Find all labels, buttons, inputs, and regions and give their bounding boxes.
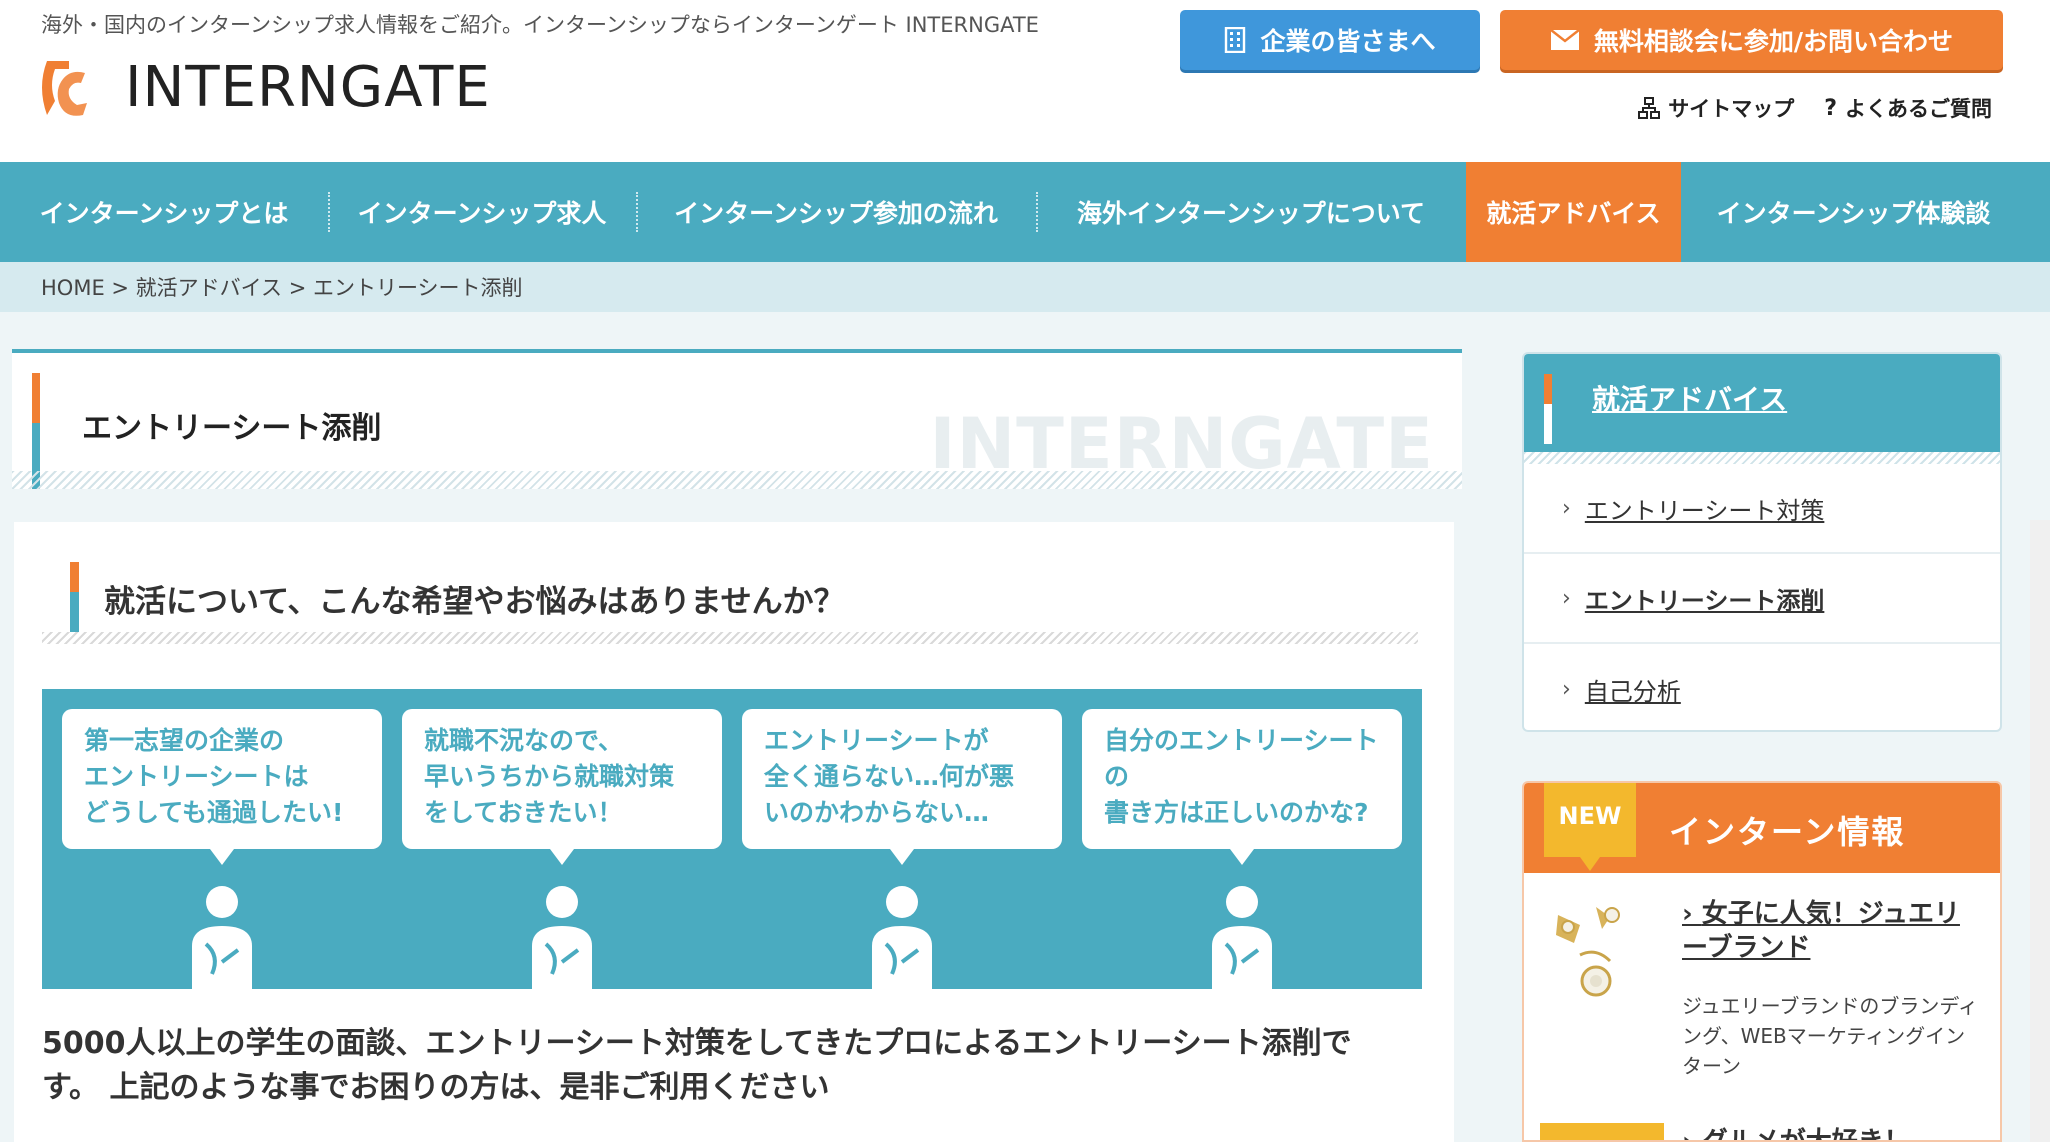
heading-accent-teal xyxy=(70,592,79,632)
news-title-text: 女子に人気！ジュエリーブランド xyxy=(1682,899,1960,963)
bubble-line: 全く通らない…何が悪 xyxy=(764,762,1015,791)
lead-line-2: す。 上記のような事でお困りの方は、是非ご利用ください xyxy=(42,1070,830,1105)
chevron-right-icon: › xyxy=(1562,676,1571,702)
nav-item-advice[interactable]: 就活アドバイス xyxy=(1466,162,1681,262)
site-header: 海外・国内のインターンシップ求人情報をご紹介。インターンシップならインターンゲー… xyxy=(0,0,2050,162)
bubble-line: 書き方は正しいのかな? xyxy=(1104,798,1369,827)
thinking-person-icon xyxy=(1212,886,1272,989)
bubble-line: をしておきたい！ xyxy=(424,798,623,827)
sidebar-item-label: 自己分析 xyxy=(1584,677,1681,706)
sidebar-item-es-review[interactable]: › エントリーシート添削 xyxy=(1524,554,2000,644)
sidebar-stripe xyxy=(1524,452,2000,464)
site-logo[interactable]: INTERNGATE xyxy=(41,55,491,121)
building-icon xyxy=(1225,27,1246,53)
page-scroll-edge xyxy=(2030,520,2050,1142)
bubble-line: 自分のエントリーシートの xyxy=(1104,726,1379,791)
faq-label: よくあるご質問 xyxy=(1845,97,1992,121)
sidebar-item-label: エントリーシート添削 xyxy=(1584,586,1825,615)
section-heading: 就活について、こんな希望やお悩みはありませんか？ xyxy=(42,562,1418,644)
heading-stripe xyxy=(42,632,1418,644)
bubble-line: 就職不況なので、 xyxy=(424,726,624,755)
lead-line-1: 5000人以上の学生の面談、エントリーシート対策をしてきたプロによるエントリーシ… xyxy=(42,1026,1352,1061)
new-badge: NEW xyxy=(1544,783,1636,871)
thinking-person-icon xyxy=(192,886,252,989)
intern-info-title: インターン情報 xyxy=(1669,813,1906,851)
bubble-line: エントリーシートが xyxy=(764,726,989,755)
nav-item-flow[interactable]: インターンシップ参加の流れ xyxy=(636,162,1036,262)
chevron-right-icon: › xyxy=(1562,495,1571,521)
page-title-box: エントリーシート添削 INTERNGATE xyxy=(12,349,1462,489)
bubble-line: 早いうちから就職対策 xyxy=(424,762,675,791)
news-thumbnail xyxy=(1540,1123,1664,1140)
faq-link[interactable]: ? よくあるご質問 xyxy=(1824,93,1992,123)
heading-accent-orange xyxy=(70,562,79,592)
sidebar-heading: 就活アドバイス xyxy=(1524,354,2000,464)
corporate-button[interactable]: 企業の皆さまへ xyxy=(1180,10,1480,70)
contact-button[interactable]: 無料相談会に参加/お問い合わせ xyxy=(1500,10,2003,70)
nav-item-experiences[interactable]: インターンシップ体験談 xyxy=(1681,162,2026,262)
sitemap-label: サイトマップ xyxy=(1668,97,1795,121)
sidebar-accent-white xyxy=(1544,404,1552,444)
speech-bubble-3: エントリーシートが 全く通らない…何が悪 いのかわからない… xyxy=(742,709,1062,865)
logo-text: INTERNGATE xyxy=(125,55,491,120)
sitemap-link[interactable]: サイトマップ xyxy=(1638,93,1794,123)
question-icon: ? xyxy=(1824,95,1837,121)
thinking-person-icon xyxy=(532,886,592,989)
corporate-button-label: 企業の皆さまへ xyxy=(1260,27,1436,56)
bubble-line: いのかわからない… xyxy=(764,798,990,827)
news-title[interactable]: › グルメが大好き！ xyxy=(1682,1121,1910,1142)
intern-news-item[interactable]: › 女子に人気！ジュエリーブランド ジュエリーブランドのブランディング、WEBマ… xyxy=(1524,873,2000,1113)
speech-bubble-2: 就職不況なので、 早いうちから就職対策 をしておきたい！ xyxy=(402,709,722,865)
chevron-right-icon: › xyxy=(1682,1127,1702,1142)
nav-item-overseas[interactable]: 海外インターンシップについて xyxy=(1036,162,1466,262)
chevron-right-icon: › xyxy=(1682,899,1702,929)
intern-info-heading: NEW インターン情報 xyxy=(1524,783,2000,873)
sidebar-heading-link[interactable]: 就活アドバイス xyxy=(1592,378,1787,418)
bubble-line: エントリーシートは xyxy=(84,762,309,791)
news-description: ジュエリーブランドのブランディング、WEBマーケティングインターン xyxy=(1682,994,1978,1078)
main-content: 就活について、こんな希望やお悩みはありませんか？ 第一志望の企業の エントリーシ… xyxy=(14,522,1454,1142)
chevron-right-icon: › xyxy=(1562,585,1571,611)
logo-mark-icon xyxy=(42,61,87,116)
bubble-line: どうしても通過したい! xyxy=(84,798,344,827)
worries-illustration: 第一志望の企業の エントリーシートは どうしても通過したい! 就職不況なので、 … xyxy=(42,689,1422,989)
sitemap-icon xyxy=(1638,97,1661,119)
sidebar-item-es-strategy[interactable]: › エントリーシート対策 xyxy=(1524,464,2000,554)
site-tagline: 海外・国内のインターンシップ求人情報をご紹介。インターンシップならインターンゲー… xyxy=(41,13,1039,37)
nav-item-jobs[interactable]: インターンシップ求人 xyxy=(328,162,636,262)
page-title: エントリーシート添削 xyxy=(82,411,382,446)
lead-text: 5000人以上の学生の面談、エントリーシート対策をしてきたプロによるエントリーシ… xyxy=(42,1022,1422,1110)
jewelry-thumbnail xyxy=(1540,895,1652,1015)
speech-bubble-4: 自分のエントリーシートの 書き方は正しいのかな? xyxy=(1082,709,1402,865)
sidebar-intern-info: NEW インターン情報 › 女子に人気！ジュエリーブランド ジュエリーブランドの… xyxy=(1522,781,2002,1142)
utility-links: サイトマップ ? よくあるご質問 xyxy=(1638,93,1992,123)
contact-button-label: 無料相談会に参加/お問い合わせ xyxy=(1593,27,1954,56)
mail-icon xyxy=(1550,29,1580,50)
section-title: 就活について、こんな希望やお悩みはありませんか？ xyxy=(104,584,845,620)
sidebar-item-label: エントリーシート対策 xyxy=(1584,496,1825,525)
speech-bubble-1: 第一志望の企業の エントリーシートは どうしても通過したい! xyxy=(62,709,382,865)
news-title-text: グルメが大好き！ xyxy=(1701,1127,1910,1142)
sidebar-accent-orange xyxy=(1544,374,1552,404)
sidebar-advice-menu: 就活アドバイス › エントリーシート対策 › エントリーシート添削 › 自己分析 xyxy=(1522,352,2002,732)
sidebar-list: › エントリーシート対策 › エントリーシート添削 › 自己分析 xyxy=(1524,464,2000,730)
news-title[interactable]: › 女子に人気！ジュエリーブランド xyxy=(1682,897,1982,965)
sidebar-item-self-analysis[interactable]: › 自己分析 xyxy=(1524,644,2000,730)
thinking-person-icon xyxy=(872,886,932,989)
global-nav: インターンシップとは インターンシップ求人 インターンシップ参加の流れ 海外イン… xyxy=(0,162,2050,262)
bubble-line: 第一志望の企業の xyxy=(84,726,285,755)
title-accent-orange xyxy=(32,373,40,423)
title-stripes xyxy=(12,471,1462,489)
nav-item-about[interactable]: インターンシップとは xyxy=(0,162,328,262)
breadcrumb[interactable]: HOME > 就活アドバイス > エントリーシート添削 xyxy=(0,262,2050,312)
